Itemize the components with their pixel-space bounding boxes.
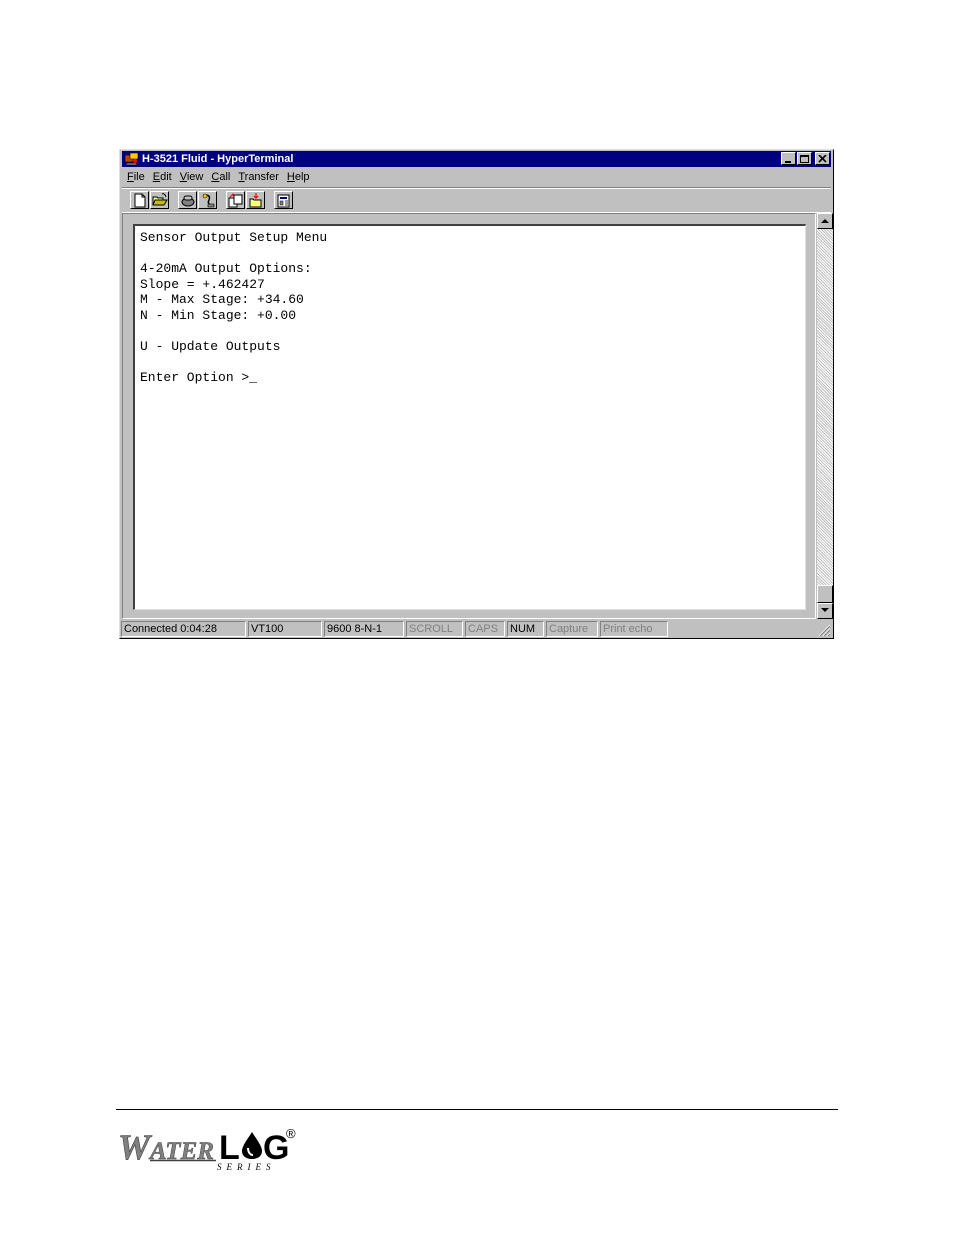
connect-icon — [181, 195, 195, 207]
menu-help[interactable]: Help — [284, 169, 313, 185]
menu-transfer[interactable]: Transfer — [235, 169, 282, 185]
send-button[interactable] — [226, 191, 245, 209]
maximize-icon — [800, 155, 809, 163]
properties-icon — [277, 194, 290, 208]
scroll-down-button[interactable] — [817, 603, 833, 619]
terminal-line: M - Max Stage: +34.60 — [140, 292, 304, 307]
svg-text:®: ® — [286, 1126, 296, 1141]
close-button[interactable] — [815, 152, 830, 165]
status-connected: Connected 0:04:28 — [121, 621, 246, 637]
status-port-settings: 9600 8-N-1 — [324, 621, 404, 637]
close-icon — [818, 155, 827, 163]
hyperterminal-window: H-3521 Fluid - HyperTerminal File Edit V… — [119, 149, 834, 639]
terminal-line: Slope = +.462427 — [140, 276, 265, 292]
terminal-output: Sensor Output Setup Menu 4-20mA Output O… — [140, 230, 327, 385]
status-num: NUM — [507, 621, 544, 637]
send-icon — [228, 193, 243, 208]
terminal-line: 4-20mA Output Options: — [140, 261, 312, 276]
waterlog-logo: W ATER L G ® SERIES — [118, 1126, 296, 1172]
minimize-button[interactable] — [781, 152, 796, 165]
footer-rule — [116, 1109, 838, 1110]
connect-button[interactable] — [178, 191, 197, 209]
toolbar — [122, 187, 831, 213]
menu-file[interactable]: File — [124, 169, 148, 185]
vertical-scrollbar[interactable] — [817, 213, 833, 619]
terminal-line: N - Min Stage: +0.00 — [140, 307, 297, 323]
properties-button[interactable] — [274, 191, 293, 209]
status-emulation: VT100 — [248, 621, 322, 637]
terminal-line: Sensor Output Setup Menu — [140, 230, 328, 245]
hyperterminal-app-icon[interactable] — [124, 152, 140, 166]
svg-text:SERIES: SERIES — [217, 1162, 276, 1172]
new-icon — [134, 193, 146, 208]
menu-view[interactable]: View — [177, 169, 207, 185]
menu-bar: File Edit View Call Transfer Help — [124, 169, 315, 185]
new-connection-button[interactable] — [130, 191, 149, 209]
arrow-down-icon — [821, 608, 829, 612]
status-scroll: SCROLL — [406, 621, 463, 637]
window-title: H-3521 Fluid - HyperTerminal — [142, 153, 294, 165]
arrow-up-icon — [821, 219, 829, 223]
resize-grip-icon[interactable] — [818, 624, 831, 637]
open-icon — [152, 193, 168, 206]
open-button[interactable] — [150, 191, 169, 209]
status-print-echo: Print echo — [600, 621, 668, 637]
scroll-up-button[interactable] — [817, 213, 833, 229]
title-bar[interactable]: H-3521 Fluid - HyperTerminal — [122, 151, 831, 167]
svg-text:W: W — [118, 1127, 153, 1167]
status-capture: Capture — [546, 621, 598, 637]
receive-icon — [249, 193, 262, 208]
terminal-line: U - Update Outputs — [140, 338, 281, 354]
menu-call[interactable]: Call — [208, 169, 233, 185]
scroll-thumb[interactable] — [817, 585, 833, 603]
terminal-screen[interactable]: Sensor Output Setup Menu 4-20mA Output O… — [133, 224, 806, 610]
terminal-prompt-line: Enter Option >_ — [140, 369, 258, 385]
status-caps: CAPS — [465, 621, 505, 637]
window-controls — [780, 152, 830, 166]
disconnect-button[interactable] — [198, 191, 217, 209]
disconnect-icon — [202, 193, 215, 208]
terminal-frame: Sensor Output Setup Menu 4-20mA Output O… — [122, 213, 816, 619]
receive-button[interactable] — [246, 191, 265, 209]
menu-edit[interactable]: Edit — [150, 169, 175, 185]
minimize-icon — [785, 161, 791, 163]
status-bar: Connected 0:04:28 VT100 9600 8-N-1 SCROL… — [121, 621, 832, 638]
maximize-button[interactable] — [797, 152, 812, 165]
